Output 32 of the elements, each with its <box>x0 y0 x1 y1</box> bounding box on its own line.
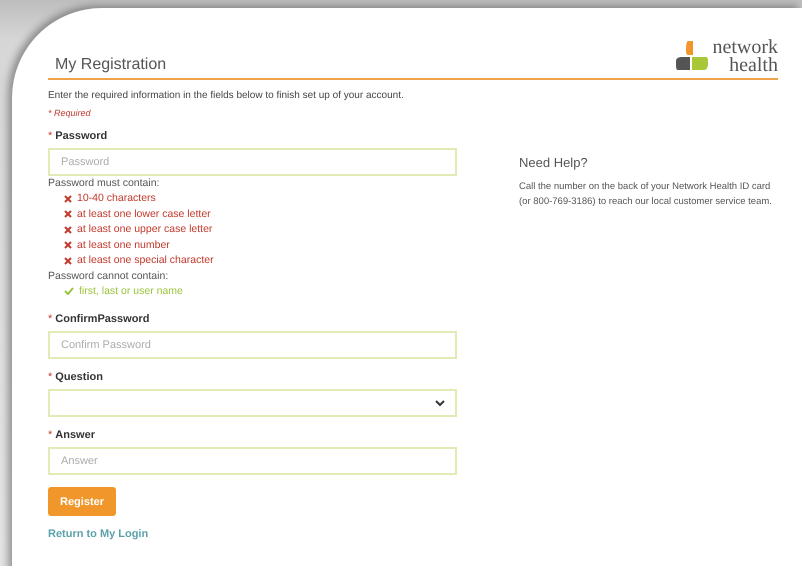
intro-text: Enter the required information in the fields below to finish set up of your account. <box>48 90 405 101</box>
password-rule: at least one upper case letter <box>48 222 457 238</box>
help-text: Call the number on the back of your Network Health ID card (or 800-769-3186) to reach our local customer service team. <box>519 180 773 209</box>
check-icon <box>64 287 74 296</box>
input-field[interactable]: Answer <box>48 447 457 475</box>
logo-text: network health <box>712 38 778 74</box>
password-rule: 10-40 characters <box>48 191 457 206</box>
return-login-link[interactable]: Return to My Login <box>48 528 457 540</box>
password-rule: first, last or user name <box>48 284 457 299</box>
leaf-logo-icon <box>676 41 708 71</box>
register-button[interactable]: Register <box>48 487 116 516</box>
input-field[interactable]: Confirm Password <box>48 331 457 359</box>
page-title: My Registration <box>55 56 166 74</box>
cross-icon <box>64 256 72 265</box>
question-dropdown[interactable] <box>48 389 457 417</box>
required-note: * Required <box>48 108 92 118</box>
chevron-down-icon <box>435 400 445 406</box>
password-rule: at least one special character <box>48 253 457 268</box>
cross-icon <box>64 210 72 218</box>
password-rule: at least one lower case letter <box>48 206 457 222</box>
field-label: * Question <box>48 371 104 383</box>
cross-icon <box>64 226 72 234</box>
rules-heading: Password cannot contain: <box>48 268 170 284</box>
cross-icon <box>64 241 72 250</box>
rules-heading: Password must contain: <box>48 176 160 191</box>
password-rule: at least one number <box>48 238 457 253</box>
help-title: Need Help? <box>519 155 589 170</box>
field-label: * ConfirmPassword <box>48 313 150 325</box>
field-label: * Password <box>48 130 108 142</box>
field-label: * Answer <box>48 429 96 441</box>
password-field[interactable]: Password <box>48 148 457 176</box>
cross-icon <box>64 194 72 203</box>
